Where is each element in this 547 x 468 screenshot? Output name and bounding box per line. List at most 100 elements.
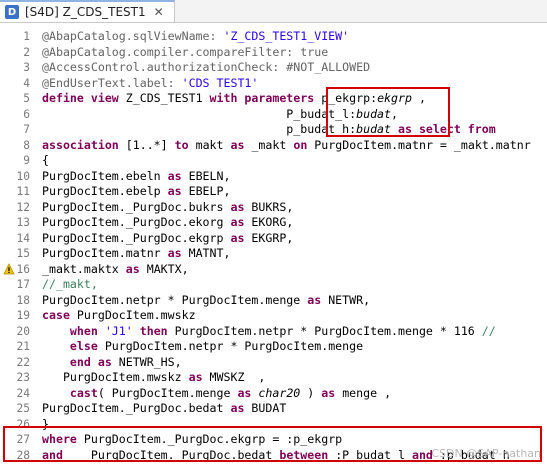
code-token: MWSKZ , [209, 370, 266, 384]
tab-title: [S4D] Z_CDS_TEST1 [25, 5, 146, 19]
code-token: @AbapCatalog.compiler.compareFilter: tru… [42, 44, 329, 59]
watermark: CSDN @SAP-nathan [431, 447, 541, 460]
line-number: 13 [16, 216, 30, 229]
tab-z-cds-test1[interactable]: D [S4D] Z_CDS_TEST1 ✕ [0, 0, 175, 22]
code-text: end as NETWR_HS, [42, 355, 182, 371]
code-token: PurgDocItem.matnr = _makt.matnr [314, 137, 531, 152]
code-line[interactable]: 18 PurgDocItem.netpr * PurgDocItem.menge … [0, 293, 547, 309]
code-token: p_budat_h: [42, 122, 357, 136]
code-line[interactable]: 24 cast( PurgDocItem.menge as char20 ) a… [0, 386, 547, 402]
line-number: 22 [16, 355, 30, 369]
line-number: 1 [23, 30, 30, 43]
code-token: as [230, 401, 252, 415]
code-token: NETWR_HS, [118, 354, 182, 369]
code-line[interactable]: 15 PurgDocItem.matnr as MATNT, [0, 246, 547, 262]
line-number: 9 [23, 154, 30, 167]
line-number: 24 [16, 386, 30, 400]
line-number: 12 [16, 200, 30, 214]
code-token: on [293, 137, 315, 152]
code-text: PurgDocItem._PurgDoc.ekgrp as EKGRP, [42, 231, 293, 247]
line-number: 6 [23, 107, 30, 121]
code-token: PurgDocItem.matnr [42, 246, 168, 260]
code-line[interactable]: 4 @EndUserText.label: 'CDS TEST1' [0, 76, 547, 92]
code-line[interactable]: 1 @AbapCatalog.sqlViewName: 'Z_CDS_TEST1_… [0, 29, 547, 45]
code-line[interactable]: 21 else PurgDocItem.netpr * PurgDocItem.… [0, 339, 547, 355]
code-token: 'Z_CDS_TEST1_VIEW' [223, 29, 350, 43]
code-editor[interactable]: 1 @AbapCatalog.sqlViewName: 'Z_CDS_TEST1_… [0, 23, 547, 468]
code-token: PurgDocItem.mwskz [76, 308, 196, 322]
code-token: as [307, 292, 329, 307]
code-token: when [69, 323, 105, 338]
code-token: :P_budat_l [335, 447, 412, 462]
code-token: to [174, 137, 196, 152]
code-line[interactable]: 26} [0, 417, 547, 433]
code-token: with parameters [209, 91, 322, 105]
code-line[interactable]: 17 //_makt, [0, 277, 547, 293]
code-token: as [230, 230, 252, 245]
code-line[interactable]: 23 PurgDocItem.mwskz as MWSKZ , [0, 370, 547, 386]
code-line[interactable]: 12 PurgDocItem._PurgDoc.bukrs as BUKRS, [0, 200, 547, 216]
code-text: @AbapCatalog.sqlViewName: 'Z_CDS_TEST1_V… [42, 29, 349, 45]
code-line[interactable]: 10 PurgDocItem.ebeln as EBELN, [0, 169, 547, 185]
code-line[interactable]: 22 end as NETWR_HS, [0, 355, 547, 371]
code-token: _makt [251, 137, 294, 152]
code-token: as [230, 215, 252, 229]
code-token: makt [195, 137, 231, 152]
code-text: case PurgDocItem.mwskz [42, 308, 196, 324]
code-line[interactable]: 3 @AccessControl.authorizationCheck: #NOT… [0, 60, 547, 76]
line-number: 7 [23, 123, 30, 136]
code-token: PurgDocItem.netpr * PurgDocItem.menge [42, 292, 308, 307]
code-token: then [139, 323, 175, 338]
code-token: // [481, 323, 496, 338]
code-text: else PurgDocItem.netpr * PurgDocItem.men… [42, 339, 363, 355]
code-token: MAKTX, [146, 261, 189, 276]
code-line[interactable]: 27 where PurgDocItem._PurgDoc.ekgrp = :p_… [0, 432, 547, 448]
code-text: association [1..*] to makt as _makt on P… [42, 138, 531, 154]
code-token: and [42, 447, 91, 462]
line-number: 17 [16, 278, 30, 291]
code-text: PurgDocItem.ebeln as EBELN, [42, 169, 230, 185]
code-token: as [237, 385, 259, 400]
code-text: P_budat_l:budat, [42, 107, 398, 123]
line-number: 19 [16, 309, 30, 322]
line-number: 28 [16, 448, 30, 462]
code-text: where PurgDocItem._PurgDoc.ekgrp = :p_ek… [42, 432, 342, 448]
code-text: cast( PurgDocItem.menge as char20 ) as m… [42, 386, 391, 402]
code-token: PurgDocItem.ebeln [42, 168, 168, 183]
code-line[interactable]: 13 PurgDocItem._PurgDoc.ekorg as EKORG, [0, 215, 547, 231]
code-line[interactable]: 9{ [0, 153, 547, 169]
code-token: EBELN, [188, 168, 231, 183]
code-line[interactable]: 25 PurgDocItem._PurgDoc.bedat as BUDAT [0, 401, 547, 417]
code-token: PurgDocItem._PurgDoc.bedat [42, 401, 231, 415]
code-line[interactable]: 16 _makt.maktx as MAKTX, [0, 262, 547, 278]
code-line[interactable]: 6 P_budat_l:budat, [0, 107, 547, 123]
code-line[interactable]: 14 PurgDocItem._PurgDoc.ekgrp as EKGRP, [0, 231, 547, 247]
code-line[interactable]: 11 PurgDocItem.ebelp as EBELP, [0, 184, 547, 200]
code-token: PurgDocItem.ebelp [42, 184, 168, 198]
code-token: as [230, 199, 252, 214]
code-line[interactable]: 19 case PurgDocItem.mwskz [0, 308, 547, 324]
code-token: _makt.maktx [42, 261, 126, 276]
line-number: 10 [16, 169, 30, 183]
code-text: define view Z_CDS_TEST1 with parameters … [42, 91, 426, 107]
code-line[interactable]: 20 when 'J1' then PurgDocItem.netpr * Pu… [0, 324, 547, 340]
code-token: case [42, 308, 77, 322]
code-token: [1..*] [125, 137, 175, 152]
code-token: P_budat_l: [42, 106, 357, 121]
code-token: association [42, 137, 126, 152]
code-token: as [230, 137, 252, 152]
code-token: budat [356, 106, 392, 121]
code-line[interactable]: 5 define view Z_CDS_TEST1 with parameters… [0, 91, 547, 107]
code-line[interactable]: 7 p_budat_h:budat as select from [0, 122, 547, 138]
code-text: PurgDocItem._PurgDoc.ekorg as EKORG, [42, 215, 293, 231]
code-token: PurgDocItem._PurgDoc.bedat [90, 447, 280, 462]
line-number: 18 [16, 293, 30, 307]
code-token: PurgDocItem._PurgDoc.ekgrp = :p_ekgrp [83, 432, 343, 446]
code-text: PurgDocItem.ebelp as EBELP, [42, 184, 230, 200]
close-icon[interactable]: ✕ [154, 5, 164, 19]
code-line[interactable]: 8 association [1..*] to makt as _makt on … [0, 138, 547, 154]
code-line[interactable]: 2 @AbapCatalog.compiler.compareFilter: tr… [0, 45, 547, 61]
